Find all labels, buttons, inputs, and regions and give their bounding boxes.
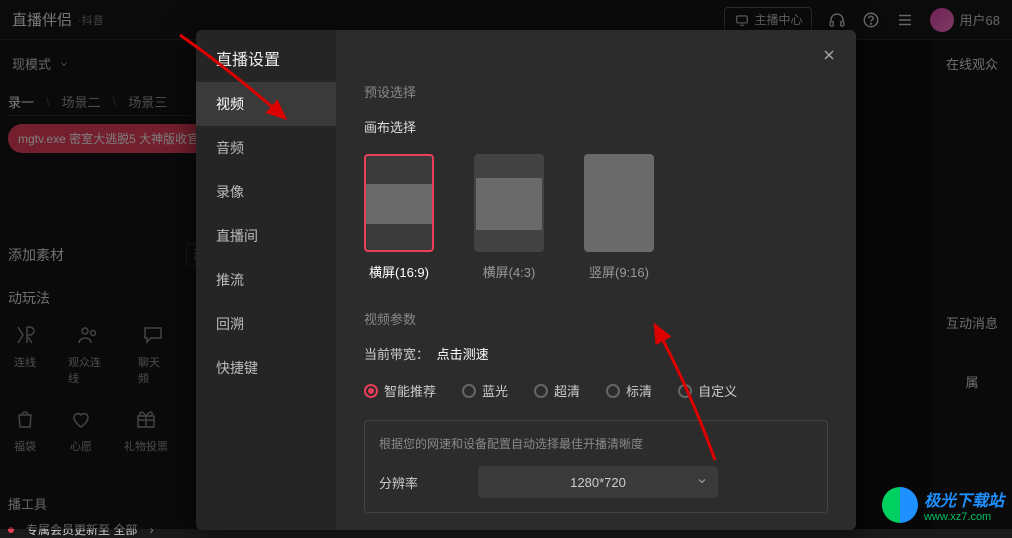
radio-icon: [606, 384, 620, 398]
modal-sidebar: 视频 音频 录像 直播间 推流 回溯 快捷键: [196, 30, 336, 530]
resolution-label: 分辨率: [379, 473, 418, 492]
tab-record[interactable]: 录像: [196, 170, 336, 214]
modal-backdrop: 直播设置 视频 音频 录像 直播间 推流 回溯 快捷键 预设选择 画布选择 横屏…: [0, 0, 1012, 529]
tab-hotkey[interactable]: 快捷键: [196, 346, 336, 390]
tab-stream[interactable]: 推流: [196, 258, 336, 302]
resolution-select[interactable]: 1280*720: [478, 466, 718, 498]
info-box: 根据您的网速和设备配置自动选择最佳开播清晰度 分辨率 1280*720: [364, 420, 828, 513]
quality-custom[interactable]: 自定义: [678, 381, 737, 400]
close-icon: [821, 47, 837, 63]
quality-hd[interactable]: 超清: [534, 381, 580, 400]
radio-icon: [462, 384, 476, 398]
watermark-logo-icon: [882, 487, 918, 523]
radio-icon: [534, 384, 548, 398]
quality-smart[interactable]: 智能推荐: [364, 381, 436, 400]
quality-bluray[interactable]: 蓝光: [462, 381, 508, 400]
tab-video[interactable]: 视频: [196, 82, 336, 126]
tab-audio[interactable]: 音频: [196, 126, 336, 170]
resolution-value: 1280*720: [570, 475, 626, 490]
tab-replay[interactable]: 回溯: [196, 302, 336, 346]
quality-hd-label: 超清: [554, 381, 580, 400]
canvas-option-169[interactable]: 横屏(16:9): [364, 154, 434, 281]
settings-modal: 直播设置 视频 音频 录像 直播间 推流 回溯 快捷键 预设选择 画布选择 横屏…: [196, 30, 856, 530]
canvas-preview-916: [584, 154, 654, 252]
quality-bluray-label: 蓝光: [482, 381, 508, 400]
tab-room[interactable]: 直播间: [196, 214, 336, 258]
watermark: 极光下载站 www.xz7.com: [882, 487, 1004, 523]
bandwidth-label: 当前带宽：: [364, 347, 429, 362]
modal-title: 直播设置: [216, 46, 280, 70]
canvas-preview-169: [364, 154, 434, 252]
close-button[interactable]: [818, 44, 840, 66]
canvas-label-169: 横屏(16:9): [369, 262, 429, 281]
radio-icon: [678, 384, 692, 398]
info-text: 根据您的网速和设备配置自动选择最佳开播清晰度: [379, 435, 813, 452]
quality-smart-label: 智能推荐: [384, 381, 436, 400]
radio-checked-icon: [364, 384, 378, 398]
canvas-preview-43: [474, 154, 544, 252]
watermark-text: 极光下载站: [924, 487, 1004, 511]
canvas-label-43: 横屏(4:3): [483, 262, 536, 281]
canvas-label: 画布选择: [364, 117, 828, 136]
video-params-label: 视频参数: [364, 309, 828, 328]
watermark-url: www.xz7.com: [924, 511, 1004, 523]
quality-sd[interactable]: 标清: [606, 381, 652, 400]
canvas-option-43[interactable]: 横屏(4:3): [474, 154, 544, 281]
canvas-option-916[interactable]: 竖屏(9:16): [584, 154, 654, 281]
chevron-down-icon: [696, 475, 708, 490]
speedtest-link[interactable]: 点击测速: [437, 347, 489, 362]
modal-content: 预设选择 画布选择 横屏(16:9) 横屏(4:3) 竖屏(9:16) 视频参数…: [336, 30, 856, 530]
canvas-label-916: 竖屏(9:16): [589, 262, 649, 281]
preset-label: 预设选择: [364, 82, 828, 101]
quality-custom-label: 自定义: [698, 381, 737, 400]
quality-sd-label: 标清: [626, 381, 652, 400]
